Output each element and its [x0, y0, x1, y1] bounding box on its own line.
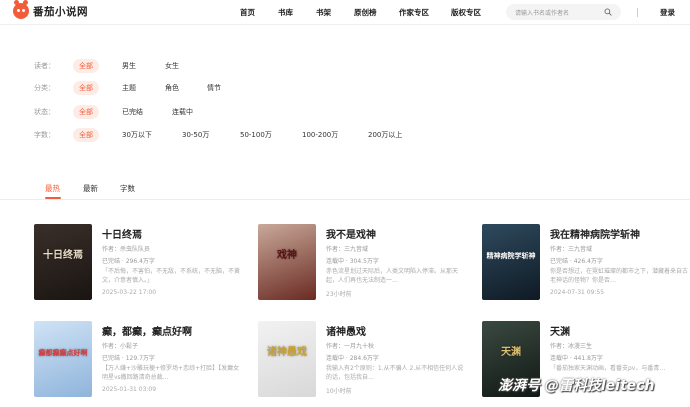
book-update-time: 2025-01-31 03:09	[102, 386, 157, 393]
cover-title-art: 诸神愚戏	[267, 347, 307, 358]
book-author: 作者：三九音域	[326, 246, 369, 253]
book-description: 你是否想过，在霓虹璀璨的都市之下，潜藏着来自古老神话的怪物？你是否…	[550, 268, 689, 284]
book-author: 作者：三九音域	[550, 246, 593, 253]
book-status: 连载中 · 284.6万字	[326, 355, 379, 362]
top-header: 番茄小说网 首页 书库 书架 原创榜 作家专区 版权专区 请输入书名或作者名 登…	[0, 0, 690, 25]
book-author: 作者：冰漫三生	[550, 343, 593, 350]
filter-option-all[interactable]: 全部	[73, 59, 99, 73]
book-title[interactable]: 十日终焉	[102, 226, 142, 241]
login-button[interactable]: 登录	[660, 7, 675, 18]
sort-tab-hot[interactable]: 最热	[45, 183, 60, 194]
book-description: 我输入有2个原则：1.从不骗人 2.从不相信任何人说的话，包括我自…	[326, 365, 464, 381]
book-description: 「不后悔，不害怕，不无敌，不系统，不无脑，不黄文，介意者慎入。」	[102, 268, 241, 284]
book-card[interactable]: 十日终焉 十日终焉 作者：杀虫队队员 已完结 · 296.4万字 「不后悔，不害怕，不无…	[34, 224, 244, 304]
sort-tab-wordcount[interactable]: 字数	[120, 183, 135, 194]
cover-title-art: 十日终焉	[43, 250, 83, 261]
filter-option-theme[interactable]: 主题	[122, 81, 136, 95]
book-title[interactable]: 我在精神病院学斩神	[550, 226, 640, 241]
search-box[interactable]: 请输入书名或作者名	[506, 4, 621, 20]
book-status: 已完结 · 296.4万字	[102, 258, 155, 265]
filter-option-100-200w[interactable]: 100-200万	[302, 128, 338, 142]
filter-option-character[interactable]: 角色	[165, 81, 179, 95]
filter-row-wordcount: 字数： 全部 30万以下 30-50万 50-100万 100-200万 200…	[34, 128, 654, 142]
book-update-time: 2025-03-22 17:00	[102, 289, 157, 296]
nav-library[interactable]: 书库	[278, 7, 293, 18]
filter-option-over-200w[interactable]: 200万以上	[368, 128, 402, 142]
filter-option-50-100w[interactable]: 50-100万	[240, 128, 272, 142]
filter-option-all[interactable]: 全部	[73, 128, 99, 142]
filter-option-under-30w[interactable]: 30万以下	[122, 128, 152, 142]
book-update-time: 23小时前	[326, 291, 352, 298]
nav-copyright-zone[interactable]: 版权专区	[451, 7, 481, 18]
cover-title-art: 精神病院学斩神	[486, 251, 536, 260]
search-icon[interactable]	[604, 8, 612, 16]
active-tab-underline	[45, 197, 61, 199]
book-cover[interactable]: 精神病院学斩神	[482, 224, 540, 300]
filter-option-female[interactable]: 女生	[165, 59, 179, 73]
book-cover[interactable]: 癫都癫癫点好啊	[34, 321, 92, 397]
filter-option-all[interactable]: 全部	[73, 105, 99, 119]
search-input[interactable]: 请输入书名或作者名	[515, 8, 569, 17]
book-title[interactable]: 诸神愚戏	[326, 323, 366, 338]
cover-title-art: 天渊	[501, 347, 521, 358]
filter-option-30-50w[interactable]: 30-50万	[182, 128, 209, 142]
sort-tabs: 最热 最新 字数	[0, 178, 690, 200]
book-card[interactable]: 癫都癫癫点好啊 癫，都癫，癫点好啊作者：小鬆子已完结 · 129.7万字【万人嫌+…	[34, 321, 244, 401]
book-status: 连载中 · 441.8万字	[550, 355, 603, 362]
book-cover[interactable]: 十日终焉	[34, 224, 92, 300]
book-description: 赤色流星划过天际后，人类文明陷入停滞。从那天起，人们再也无法制造一…	[326, 268, 459, 284]
book-description: 【万人嫌+沙雕玩梗+修罗场+恋综+打脸】【发癫女明星vs撒回路清奇总裁…	[102, 365, 240, 381]
book-title[interactable]: 我不是戏神	[326, 226, 376, 241]
filter-label: 读者：	[34, 62, 55, 70]
cover-title-art: 癫都癫癫点好啊	[38, 348, 88, 357]
filter-row-reader: 读者： 全部 男生 女生	[34, 59, 654, 73]
book-status: 已完结 · 426.4万字	[550, 258, 603, 265]
cover-title-art: 戏神	[277, 250, 297, 261]
sort-tab-new[interactable]: 最新	[83, 183, 98, 194]
filter-option-plot[interactable]: 情节	[207, 81, 221, 95]
book-title[interactable]: 癫，都癫，癫点好啊	[102, 323, 192, 338]
nav-ranking[interactable]: 原创榜	[354, 7, 377, 18]
book-card[interactable]: 精神病院学斩神 我在精神病院学斩神作者：三九音域已完结 · 426.4万字你是否想…	[482, 224, 690, 304]
filter-row-category: 分类： 全部 主题 角色 情节	[34, 81, 654, 95]
watermark-text: 澎湃号 @雷科技leitech	[498, 378, 655, 394]
nav-writer-zone[interactable]: 作家专区	[399, 7, 429, 18]
book-author: 作者：一月九十秋	[326, 343, 375, 350]
header-divider	[637, 8, 638, 17]
filter-option-male[interactable]: 男生	[122, 59, 136, 73]
filter-row-status: 状态： 全部 已完结 连载中	[34, 105, 654, 119]
book-card[interactable]: 诸神愚戏 诸神愚戏 作者：一月九十秋 连载中 · 284.6万字 我输入有2个原则：1.…	[258, 321, 468, 401]
filter-label: 字数：	[34, 131, 55, 139]
filter-option-all[interactable]: 全部	[73, 81, 99, 95]
filter-label: 状态：	[34, 108, 55, 116]
book-status: 已完结 · 129.7万字	[102, 355, 155, 362]
nav-home[interactable]: 首页	[240, 7, 255, 18]
book-card[interactable]: 戏神 我不是戏神作者：三九音域连载中 · 304.5万字赤色流星划过天际后，人类文…	[258, 224, 468, 304]
filter-option-ongoing[interactable]: 连载中	[172, 105, 193, 119]
book-title[interactable]: 天渊	[550, 323, 570, 338]
book-update-time: 10小时前	[326, 388, 352, 395]
nav-bookshelf[interactable]: 书架	[316, 7, 331, 18]
book-author: 作者：杀虫队队员	[102, 246, 151, 253]
book-author: 作者：小鬆子	[102, 343, 139, 350]
book-cover[interactable]: 诸神愚戏	[258, 321, 316, 397]
filter-option-completed[interactable]: 已完结	[122, 105, 143, 119]
book-cover[interactable]: 戏神	[258, 224, 316, 300]
book-status: 连载中 · 304.5万字	[326, 258, 379, 265]
filter-label: 分类：	[34, 84, 55, 92]
book-update-time: 2024-07-31 09:55	[550, 289, 605, 296]
